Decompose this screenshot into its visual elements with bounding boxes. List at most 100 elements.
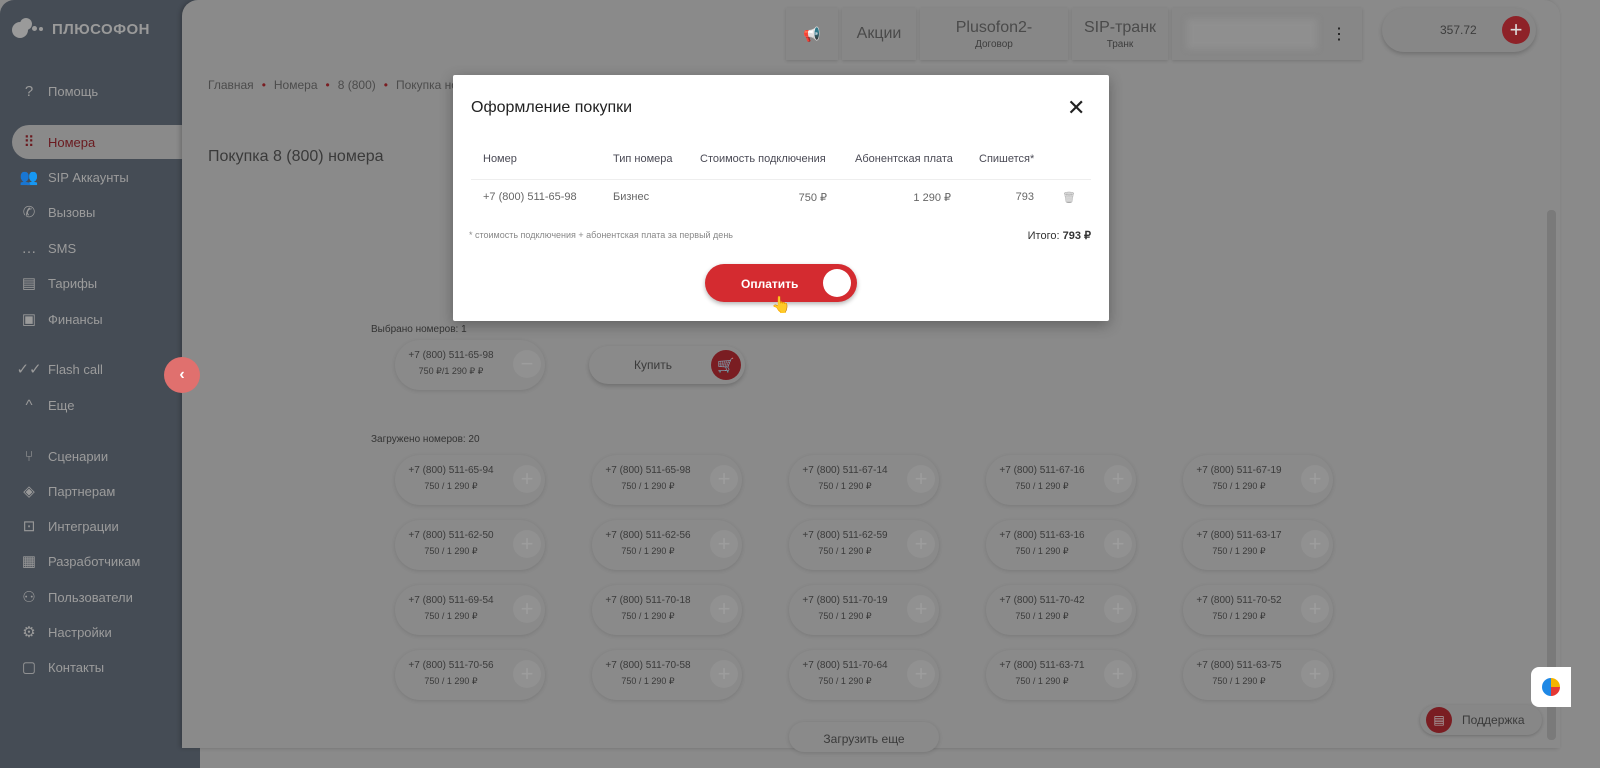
add-icon[interactable]: + bbox=[1104, 660, 1132, 688]
price: 750 / 1 290 ₽ bbox=[1212, 676, 1266, 686]
number: +7 (800) 511-63-71 bbox=[999, 660, 1085, 671]
add-icon[interactable]: + bbox=[907, 465, 935, 493]
price: 750 / 1 290 ₽ bbox=[424, 676, 478, 686]
row-monthly: 1 290 ₽ bbox=[913, 192, 951, 204]
breadcrumb-800[interactable]: 8 (800) bbox=[338, 78, 376, 92]
purchase-modal: Оформление покупки ✕ Номер Тип номера Ст… bbox=[453, 75, 1109, 321]
sidebar-item-13[interactable]: ⚇ Пользователи bbox=[12, 581, 202, 613]
add-icon[interactable]: + bbox=[513, 595, 541, 623]
add-icon[interactable]: + bbox=[513, 465, 541, 493]
sidebar-item-5[interactable]: ▤ Тарифы bbox=[12, 267, 202, 299]
price: 750 / 1 290 ₽ bbox=[621, 611, 675, 621]
number: +7 (800) 511-70-64 bbox=[802, 660, 888, 671]
sidebar-item-1[interactable]: ⠿ Номера bbox=[12, 125, 202, 159]
support-button[interactable]: ▤ Поддержка bbox=[1420, 705, 1542, 735]
assistant-widget[interactable] bbox=[1531, 667, 1571, 707]
scrollbar[interactable] bbox=[1547, 210, 1556, 740]
price: 750 / 1 290 ₽ bbox=[1212, 546, 1266, 556]
sidebar-item-15[interactable]: ▢ Контакты bbox=[12, 651, 202, 683]
add-icon[interactable]: + bbox=[1301, 660, 1329, 688]
sidebar-item-label: Еще bbox=[48, 397, 75, 413]
number-card: +7 (800) 511-62-59 750 / 1 290 ₽ + bbox=[789, 520, 939, 570]
sidebar-item-label: Вызовы bbox=[48, 204, 96, 220]
add-icon[interactable]: + bbox=[710, 465, 738, 493]
megaphone-icon: 📢 bbox=[803, 25, 821, 42]
add-icon[interactable]: + bbox=[1104, 465, 1132, 493]
wallet-icon: ▣ bbox=[21, 311, 37, 328]
number-card: +7 (800) 511-67-14 750 / 1 290 ₽ + bbox=[789, 455, 939, 505]
add-icon[interactable]: + bbox=[1301, 530, 1329, 558]
help-icon: ? bbox=[24, 82, 34, 100]
sidebar-item-3[interactable]: ✆ Вызовы bbox=[12, 196, 202, 228]
number-card: +7 (800) 511-65-94 750 / 1 290 ₽ + bbox=[395, 455, 545, 505]
number: +7 (800) 511-65-94 bbox=[408, 465, 494, 476]
number-card: +7 (800) 511-70-18 750 / 1 290 ₽ + bbox=[592, 585, 742, 635]
sidebar-item-14[interactable]: ⚙ Настройки bbox=[12, 616, 202, 648]
sidebar-item-0[interactable]: ? Помощь bbox=[12, 75, 202, 107]
sidebar-item-11[interactable]: ⊡ Интеграции bbox=[12, 510, 202, 542]
sidebar-item-6[interactable]: ▣ Финансы bbox=[12, 303, 202, 335]
add-icon[interactable]: + bbox=[1301, 465, 1329, 493]
total: Итого: 793 ₽ bbox=[1028, 229, 1091, 242]
sidebar-item-label: Номера bbox=[48, 134, 96, 150]
add-icon[interactable]: + bbox=[513, 530, 541, 558]
sidebar-item-4[interactable]: … SMS bbox=[12, 232, 202, 264]
top-up-button[interactable]: + bbox=[1502, 16, 1530, 44]
balance-pill[interactable]: 357.72 + bbox=[1382, 8, 1536, 52]
add-icon[interactable]: + bbox=[1104, 595, 1132, 623]
number: +7 (800) 511-70-42 bbox=[999, 595, 1085, 606]
total-value: 793 ₽ bbox=[1062, 230, 1091, 242]
number-card: +7 (800) 511-62-50 750 / 1 290 ₽ + bbox=[395, 520, 545, 570]
chat-icon: ▤ bbox=[1426, 707, 1452, 733]
double-check-icon: ✓✓ bbox=[16, 361, 42, 378]
col-connection: Стоимость подключения bbox=[700, 153, 826, 165]
sidebar-item-12[interactable]: ▦ Разработчикам bbox=[12, 545, 202, 577]
number: +7 (800) 511-62-50 bbox=[408, 530, 494, 541]
collapse-sidebar-button[interactable]: ‹ bbox=[164, 357, 200, 393]
load-more-button[interactable]: Загрузить еще bbox=[789, 722, 939, 752]
add-icon[interactable]: + bbox=[513, 660, 541, 688]
add-icon[interactable]: + bbox=[907, 660, 935, 688]
add-icon[interactable]: + bbox=[710, 660, 738, 688]
price: 750 ₽/1 290 ₽ ₽ bbox=[418, 366, 484, 376]
add-icon[interactable]: + bbox=[710, 595, 738, 623]
breadcrumb-home[interactable]: Главная bbox=[208, 78, 254, 92]
sidebar-item-10[interactable]: ◈ Партнерам bbox=[12, 475, 202, 507]
promo-button[interactable]: Акции bbox=[842, 8, 916, 60]
chevron-up-icon: ^ bbox=[25, 396, 33, 414]
remove-icon[interactable]: − bbox=[513, 350, 541, 378]
number-card: +7 (800) 511-63-71 750 / 1 290 ₽ + bbox=[986, 650, 1136, 700]
modal-title: Оформление покупки bbox=[471, 99, 633, 116]
account-box[interactable]: ⋮ bbox=[1172, 8, 1362, 60]
add-icon[interactable]: + bbox=[1301, 595, 1329, 623]
sidebar-item-2[interactable]: 👥 SIP Аккаунты bbox=[12, 161, 202, 193]
buy-button[interactable]: Купить 🛒 bbox=[589, 346, 745, 384]
price: 750 / 1 290 ₽ bbox=[424, 546, 478, 556]
sidebar-item-label: Партнерам bbox=[48, 483, 116, 499]
breadcrumb-numbers[interactable]: Номера bbox=[274, 78, 318, 92]
close-icon[interactable]: ✕ bbox=[1067, 97, 1085, 119]
notifications-button[interactable]: 📢 bbox=[786, 8, 838, 60]
sidebar-item-9[interactable]: ⑂ Сценарии bbox=[12, 440, 202, 472]
number: +7 (800) 511-62-59 bbox=[802, 530, 888, 541]
add-icon[interactable]: + bbox=[710, 530, 738, 558]
price: 750 / 1 290 ₽ bbox=[1212, 481, 1266, 491]
col-charge: Спишется* bbox=[979, 153, 1035, 165]
contacts-icon: ▢ bbox=[21, 659, 37, 676]
sidebar-item-label: SMS bbox=[48, 240, 77, 256]
sidebar-item-8[interactable]: ^ Еще bbox=[12, 389, 202, 421]
col-type: Тип номера bbox=[613, 153, 673, 165]
sidebar-item-label: Пользователи bbox=[48, 589, 133, 605]
more-vert-icon[interactable]: ⋮ bbox=[1331, 24, 1347, 44]
number: +7 (800) 511-63-75 bbox=[1196, 660, 1282, 671]
contract-selector[interactable]: Plusofon2- Договор bbox=[920, 8, 1068, 60]
number: +7 (800) 511-67-14 bbox=[802, 465, 888, 476]
add-icon[interactable]: + bbox=[1104, 530, 1132, 558]
trunk-selector[interactable]: SIP-транк Транк bbox=[1072, 8, 1168, 60]
add-icon[interactable]: + bbox=[907, 530, 935, 558]
hand-cursor-icon: 👆 bbox=[771, 297, 791, 314]
logo[interactable]: ПЛЮСОФОН bbox=[12, 18, 150, 40]
number: +7 (800) 511-62-56 bbox=[605, 530, 691, 541]
trash-icon[interactable]: 🗑 bbox=[1062, 191, 1076, 204]
add-icon[interactable]: + bbox=[907, 595, 935, 623]
